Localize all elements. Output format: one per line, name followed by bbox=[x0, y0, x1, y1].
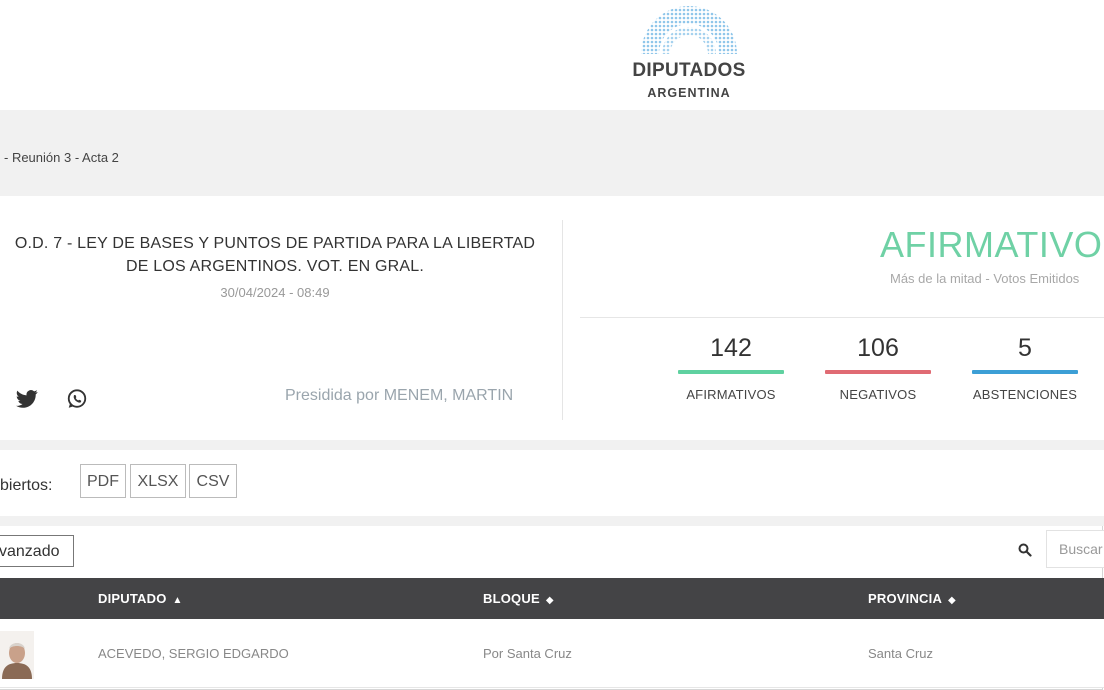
stat-negativos-value: 106 bbox=[857, 334, 899, 362]
cell-bloque: Por Santa Cruz bbox=[483, 646, 572, 661]
search-input[interactable] bbox=[1046, 530, 1104, 568]
stat-negativos-bar bbox=[825, 370, 931, 374]
stat-afirmativos-label: AFIRMATIVOS bbox=[686, 387, 776, 402]
column-header-bloque[interactable]: BLOQUE ◆ bbox=[483, 591, 554, 606]
stat-negativos: 106 NEGATIVOS bbox=[823, 334, 933, 402]
download-xlsx-button[interactable]: XLSX bbox=[130, 464, 186, 498]
download-pdf-button[interactable]: PDF bbox=[80, 464, 126, 498]
stat-abstenciones-label: ABSTENCIONES bbox=[972, 387, 1078, 402]
open-data-downloads: biertos: PDF XLSX CSV bbox=[0, 450, 1104, 516]
hemicycle-icon bbox=[641, 6, 737, 54]
stat-abstenciones-bar bbox=[972, 370, 1078, 374]
vote-summary-card: O.D. 7 - LEY DE BASES Y PUNTOS DE PARTID… bbox=[0, 196, 1104, 440]
download-csv-button[interactable]: CSV bbox=[189, 464, 237, 498]
stat-afirmativos: 142 AFIRMATIVOS bbox=[676, 334, 786, 402]
vote-date: 30/04/2024 - 08:49 bbox=[220, 285, 330, 300]
column-header-diputado[interactable]: DIPUTADO ▲ bbox=[98, 591, 183, 606]
vote-result: AFIRMATIVO bbox=[880, 224, 1103, 265]
advanced-search-button[interactable]: vanzado bbox=[0, 535, 74, 567]
sort-icon: ◆ bbox=[545, 595, 554, 606]
column-header-provincia[interactable]: PROVINCIA ◆ bbox=[868, 591, 956, 606]
stat-abstenciones-value: 5 bbox=[1018, 334, 1032, 362]
column-header-label: DIPUTADO bbox=[98, 591, 167, 606]
column-header-label: BLOQUE bbox=[483, 591, 540, 606]
avatar bbox=[0, 631, 34, 679]
cell-diputado: ACEVEDO, SERGIO EDGARDO bbox=[98, 646, 289, 661]
breadcrumb: - Reunión 3 - Acta 2 bbox=[4, 150, 119, 165]
table-header: DIPUTADO ▲ BLOQUE ◆ PROVINCIA ◆ bbox=[0, 578, 1104, 619]
horizontal-divider bbox=[580, 317, 1104, 318]
whatsapp-icon[interactable] bbox=[66, 388, 88, 410]
stat-negativos-label: NEGATIVOS bbox=[839, 387, 917, 402]
sort-ascending-icon: ▲ bbox=[172, 595, 183, 606]
sort-icon: ◆ bbox=[948, 595, 956, 606]
stat-afirmativos-bar bbox=[678, 370, 784, 374]
section-gap bbox=[0, 516, 1104, 526]
column-header-label: PROVINCIA bbox=[868, 591, 943, 606]
stat-abstenciones: 5 ABSTENCIONES bbox=[970, 334, 1080, 402]
vertical-divider bbox=[562, 220, 563, 420]
twitter-icon[interactable] bbox=[16, 389, 38, 409]
vote-majority-rule: Más de la mitad - Votos Emitidos bbox=[890, 271, 1080, 286]
stat-afirmativos-value: 142 bbox=[710, 334, 752, 362]
downloads-label: biertos: bbox=[0, 477, 53, 494]
vote-title: O.D. 7 - LEY DE BASES Y PUNTOS DE PARTID… bbox=[14, 235, 536, 275]
presided-by: Presidida por MENEM, MARTIN bbox=[285, 387, 514, 404]
table-row[interactable]: ACEVEDO, SERGIO EDGARDO Por Santa Cruz S… bbox=[0, 619, 1104, 688]
diputados-logo[interactable]: DIPUTADOS ARGENTINA bbox=[622, 4, 756, 104]
logo-subtitle: ARGENTINA bbox=[647, 86, 731, 100]
search-icon bbox=[1018, 543, 1032, 557]
breadcrumb-bar: - Reunión 3 - Acta 2 bbox=[0, 110, 1104, 196]
site-header: DIPUTADOS ARGENTINA bbox=[0, 0, 1104, 110]
section-gap bbox=[0, 440, 1104, 450]
logo-title: DIPUTADOS bbox=[632, 60, 746, 81]
cell-provincia: Santa Cruz bbox=[868, 646, 934, 661]
